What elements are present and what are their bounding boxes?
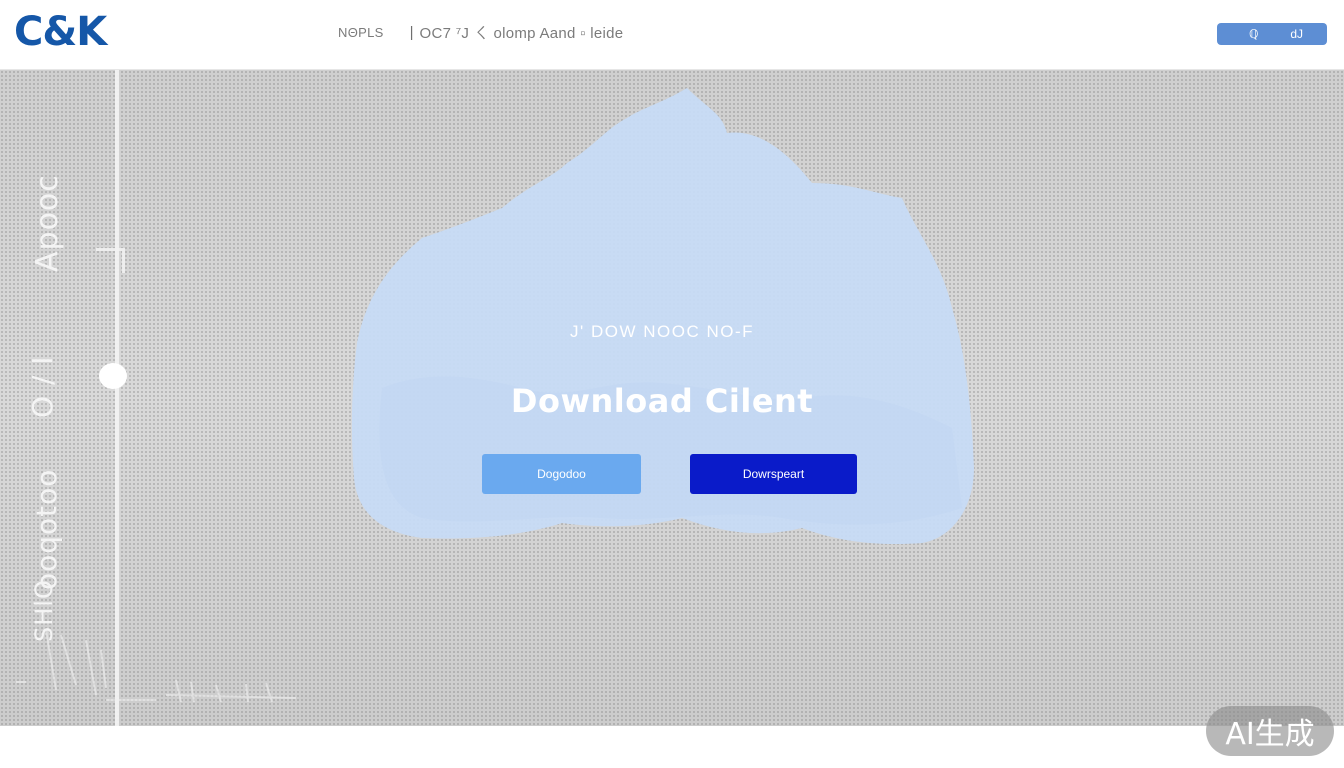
nav-separator: | [409, 24, 414, 41]
secondary-download-button[interactable]: Dogodoo [482, 454, 641, 494]
top-nav: NΘPLS | OC7 ⁷J ㄑ olomp Aand ▫ leide [338, 22, 623, 43]
hero-kicker: J' DOW NOOC NO-F [569, 322, 754, 341]
ai-generated-badge: AI生成 [1206, 706, 1334, 756]
header-action-button[interactable]: ℚ dJ [1217, 23, 1327, 45]
header-button-left-label: ℚ [1249, 27, 1259, 41]
primary-download-button[interactable]: Dowrspeart [690, 454, 857, 494]
top-header: C&K NΘPLS | OC7 ⁷J ㄑ olomp Aand ▫ leide … [0, 0, 1344, 70]
footer-area [0, 726, 1344, 768]
header-button-right-label: dJ [1290, 27, 1303, 41]
logo[interactable]: C&K [14, 10, 107, 54]
hero-content: J' DOW NOOC NO-F Download Cilent Dogodoo… [0, 70, 1344, 726]
nav-item-2[interactable]: OC7 ⁷J ㄑ olomp Aand ▫ leide [419, 22, 623, 43]
hero-stage: Apooc O / I ooqotoo SHlO J' DOW NOOC NO-… [0, 70, 1344, 726]
secondary-download-button-label: Dogodoo [537, 467, 586, 481]
nav-item-1[interactable]: NΘPLS [338, 25, 384, 40]
hero-title: Download Cilent [510, 382, 814, 420]
primary-download-button-label: Dowrspeart [742, 467, 805, 481]
